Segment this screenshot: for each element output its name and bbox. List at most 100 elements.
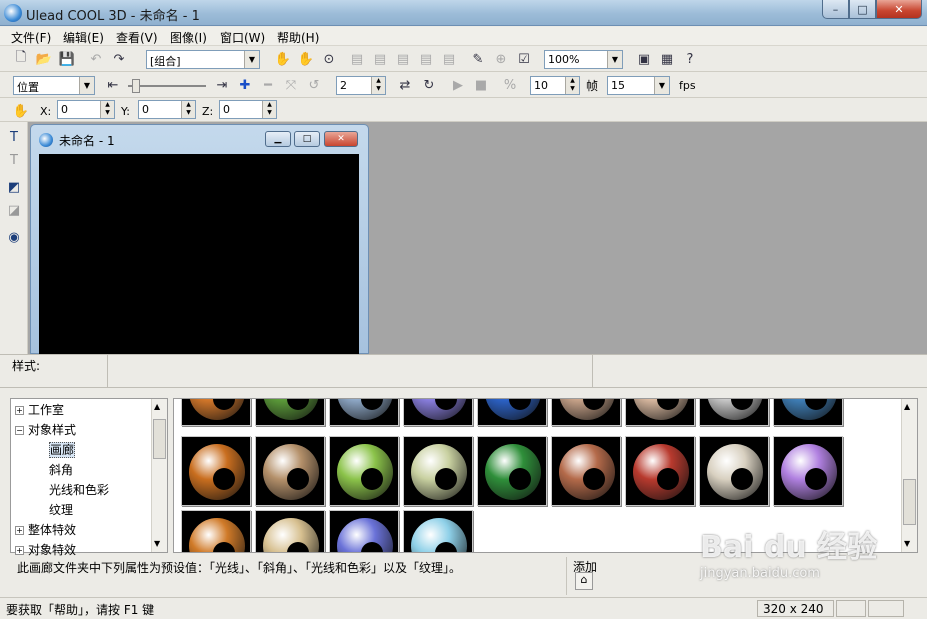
play-icon[interactable]: ▶: [448, 75, 468, 95]
total-frames-input[interactable]: 10 ▲ ▼: [530, 76, 580, 95]
tree-item[interactable]: 纹理: [49, 501, 73, 518]
resize-icon[interactable]: ⊙: [319, 49, 339, 69]
style-thumbnail[interactable]: [699, 399, 769, 426]
frame-number-input[interactable]: 2 ▲ ▼: [336, 76, 386, 95]
style-thumbnail[interactable]: [625, 399, 695, 426]
edit-text-icon[interactable]: T: [5, 151, 23, 169]
tree-item[interactable]: + 对象特效: [15, 541, 76, 558]
rotate-icon[interactable]: ↻: [419, 75, 439, 95]
tree-item[interactable]: + 整体特效: [15, 521, 76, 538]
tree-expander-icon[interactable]: +: [15, 406, 24, 415]
hand-icon[interactable]: ✋: [11, 101, 31, 121]
camera-icon[interactable]: ▤: [347, 49, 367, 69]
last-frame-icon[interactable]: ⇥: [212, 75, 232, 95]
style-thumbnail[interactable]: [551, 399, 621, 426]
move-camera-icon[interactable]: ▤: [416, 49, 436, 69]
tree-item[interactable]: 画廊: [49, 441, 76, 458]
split-icon[interactable]: ⤧: [281, 75, 301, 95]
properties-icon[interactable]: ▦: [657, 49, 677, 69]
style-thumbnail[interactable]: [773, 436, 843, 506]
style-thumbnail[interactable]: [181, 399, 251, 426]
reverse-icon[interactable]: ↺: [304, 75, 324, 95]
menu-help[interactable]: 帮助(H): [277, 29, 319, 46]
tree-item[interactable]: − 对象样式: [15, 421, 76, 438]
add-to-gallery-button[interactable]: ⌂: [575, 572, 593, 590]
stop-icon[interactable]: ■: [471, 75, 491, 95]
menu-file[interactable]: 文件(F): [11, 29, 51, 46]
style-thumbnail[interactable]: [477, 436, 547, 506]
menu-edit[interactable]: 编辑(E): [63, 29, 104, 46]
style-thumbnail[interactable]: [773, 399, 843, 426]
object-select-combo[interactable]: [组合] ▼: [146, 50, 260, 69]
undo-icon[interactable]: ↶: [86, 49, 106, 69]
zoom-combo[interactable]: 100% ▼: [544, 50, 623, 69]
tree-scrollbar[interactable]: ▲ ▼: [151, 399, 167, 552]
torus-preview-icon: [485, 399, 541, 420]
standard-toolbar: 🗋 📂 💾 ↶ ↷ [组合] ▼ ✋ ✋ ⊙ ▤ ▤ ▤ ▤ ▤ ✎ ⊕ ☑ 10…: [0, 47, 927, 72]
fps-combo[interactable]: 15 ▼: [607, 76, 670, 95]
style-thumbnail[interactable]: [403, 436, 473, 506]
globe-icon[interactable]: ⊕: [491, 49, 511, 69]
style-thumbnail[interactable]: [403, 510, 473, 552]
style-thumbnail[interactable]: [329, 399, 399, 426]
style-bar: 样式:: [0, 354, 927, 388]
help-pointer-icon[interactable]: ?: [680, 49, 700, 69]
x-input[interactable]: 0 ▲ ▼: [57, 100, 115, 119]
frame-slider[interactable]: [128, 77, 206, 94]
add-keyframe-icon[interactable]: ✚: [235, 75, 255, 95]
style-thumbnail[interactable]: [329, 510, 399, 552]
style-thumbnail[interactable]: [551, 436, 621, 506]
style-thumbnail[interactable]: [477, 399, 547, 426]
insert-graphic-icon[interactable]: ◉: [5, 228, 23, 246]
loop-icon[interactable]: ⇄: [395, 75, 415, 95]
save-icon[interactable]: 💾: [57, 49, 77, 69]
smooth-icon[interactable]: %: [500, 75, 520, 95]
doc-maximize-button[interactable]: □: [294, 131, 320, 147]
style-thumbnail[interactable]: [699, 436, 769, 506]
zoom-camera-icon[interactable]: ▤: [439, 49, 459, 69]
doc-close-button[interactable]: ✕: [324, 131, 358, 147]
insert-text-icon[interactable]: T: [5, 128, 23, 146]
rotate-camera-icon[interactable]: ▤: [393, 49, 413, 69]
first-frame-icon[interactable]: ⇤: [103, 75, 123, 95]
gallery-description: 此画廊文件夹中下列属性为预设值：「光线」、「斜角」、「光线和色彩」以及「纹理」。: [17, 561, 462, 575]
tree-item[interactable]: 光线和色彩: [49, 481, 109, 498]
style-thumbnail[interactable]: [255, 399, 325, 426]
render-canvas[interactable]: [39, 154, 359, 354]
close-button[interactable]: ✕: [876, 0, 922, 19]
menu-window[interactable]: 窗口(W): [220, 29, 265, 46]
tree-expander-icon[interactable]: +: [15, 526, 24, 535]
redo-icon[interactable]: ↷: [109, 49, 129, 69]
new-file-icon[interactable]: 🗋: [11, 49, 31, 69]
hand-move-icon[interactable]: ✋: [273, 49, 293, 69]
y-input[interactable]: 0 ▲ ▼: [138, 100, 196, 119]
render-icon[interactable]: ▣: [634, 49, 654, 69]
remove-keyframe-icon[interactable]: ━: [258, 75, 278, 95]
style-thumbnail[interactable]: [329, 436, 399, 506]
wand-icon[interactable]: ✎: [468, 49, 488, 69]
torus-preview-icon: [485, 444, 541, 500]
tree-expander-icon[interactable]: +: [15, 546, 24, 555]
z-input[interactable]: 0 ▲ ▼: [219, 100, 277, 119]
minimize-button[interactable]: –: [822, 0, 849, 19]
lens-icon[interactable]: ▤: [370, 49, 390, 69]
rotate-hand-icon[interactable]: ✋: [296, 49, 316, 69]
style-thumbnail[interactable]: [625, 436, 695, 506]
doc-minimize-button[interactable]: ▁: [265, 131, 291, 147]
edit-geometry-icon[interactable]: ◪: [5, 201, 23, 219]
tree-expander-icon[interactable]: −: [15, 426, 24, 435]
insert-geometry-icon[interactable]: ◩: [5, 178, 23, 196]
menu-view[interactable]: 查看(V): [116, 29, 158, 46]
tree-item[interactable]: + 工作室: [15, 401, 64, 418]
property-combo[interactable]: 位置 ▼: [13, 76, 95, 95]
maximize-button[interactable]: □: [849, 0, 876, 19]
tree-item[interactable]: 斜角: [49, 461, 73, 478]
preview-icon[interactable]: ☑: [514, 49, 534, 69]
style-thumbnail[interactable]: [181, 436, 251, 506]
open-folder-icon[interactable]: 📂: [34, 49, 54, 69]
style-thumbnail[interactable]: [255, 510, 325, 552]
style-thumbnail[interactable]: [403, 399, 473, 426]
style-thumbnail[interactable]: [255, 436, 325, 506]
style-thumbnail[interactable]: [181, 510, 251, 552]
menu-image[interactable]: 图像(I): [170, 29, 207, 46]
